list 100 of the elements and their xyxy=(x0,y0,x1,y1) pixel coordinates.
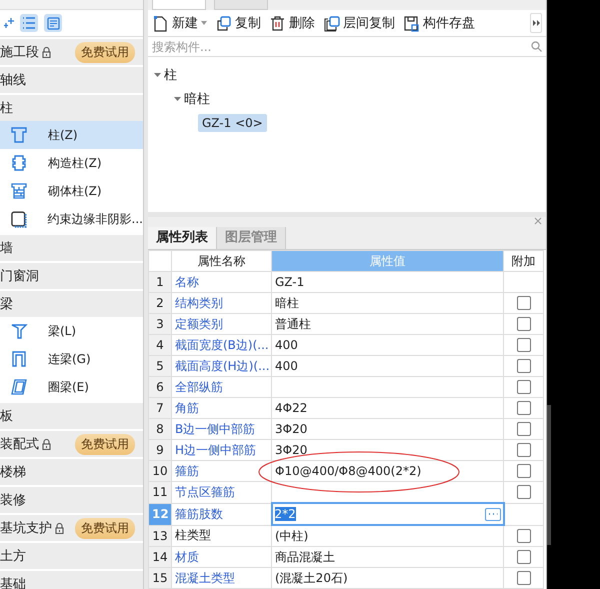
category-header[interactable]: 楼梯 xyxy=(0,459,143,485)
overflow-button[interactable] xyxy=(530,13,542,33)
checkbox[interactable] xyxy=(516,359,530,373)
tree-item[interactable]: GZ-1 <0> xyxy=(198,114,267,132)
row-number[interactable]: 14 xyxy=(148,546,172,568)
category-label: 墙 xyxy=(0,240,13,257)
category-header[interactable]: 轴线 xyxy=(0,67,143,93)
nav-item[interactable]: 构造柱(Z) xyxy=(0,149,143,177)
row-number[interactable]: 1 xyxy=(148,272,172,292)
category-header[interactable]: 装配式 免费试用 xyxy=(0,431,143,457)
row-number[interactable]: 3 xyxy=(148,314,172,334)
row-number[interactable]: 11 xyxy=(148,482,172,503)
toolbar-button[interactable]: 新建 xyxy=(152,14,207,32)
checkbox[interactable] xyxy=(516,338,530,352)
property-value: 4Φ22 xyxy=(275,401,308,415)
category-label: 装修 xyxy=(0,492,26,509)
caret-icon[interactable] xyxy=(174,96,181,102)
column-icon xyxy=(10,126,28,144)
checkbox[interactable] xyxy=(516,380,530,394)
toolbar-button[interactable]: 删除 xyxy=(269,14,315,32)
category-label: 施工段 xyxy=(0,44,39,61)
delete-icon xyxy=(269,14,286,32)
close-icon[interactable] xyxy=(534,217,542,225)
checkbox[interactable] xyxy=(516,464,530,478)
category-header[interactable]: 柱 xyxy=(0,95,143,121)
category-label: 土方 xyxy=(0,548,26,565)
category-header[interactable]: 墙 xyxy=(0,235,143,261)
checkbox[interactable] xyxy=(516,401,530,415)
category-header[interactable]: 基坑支护 免费试用 xyxy=(0,515,143,541)
toolbar-button[interactable]: 复制 xyxy=(215,14,261,32)
checkbox[interactable] xyxy=(516,296,530,310)
panel-tab[interactable]: 属性列表 xyxy=(148,227,217,249)
save-icon xyxy=(403,14,420,32)
property-value: 400 xyxy=(275,338,298,352)
checkbox[interactable] xyxy=(516,317,530,331)
checkbox[interactable] xyxy=(516,422,530,436)
nav-item[interactable]: 梁(L) xyxy=(0,317,143,345)
category-header[interactable]: 施工段 免费试用 xyxy=(0,39,143,65)
row-number[interactable]: 5 xyxy=(148,356,172,376)
edge-icon xyxy=(10,210,28,228)
nav-item[interactable]: 砌体柱(Z) xyxy=(0,177,143,205)
scrollbar[interactable] xyxy=(547,405,551,545)
row-number[interactable]: 8 xyxy=(148,418,172,440)
category-label: 基坑支护 xyxy=(0,520,52,537)
detail-view-button[interactable] xyxy=(44,14,62,32)
masonry-column-icon xyxy=(10,182,28,200)
category-header[interactable]: 土方 xyxy=(0,543,143,569)
ring-beam-icon xyxy=(10,378,28,396)
search-field[interactable]: 搜索构件... xyxy=(148,37,546,57)
row-number[interactable]: 7 xyxy=(148,398,172,418)
property-name: 名称 xyxy=(172,272,272,292)
category-header[interactable]: 板 xyxy=(0,403,143,429)
list-view-button[interactable] xyxy=(20,14,38,32)
category-header[interactable]: 门窗洞 xyxy=(0,263,143,289)
checkbox[interactable] xyxy=(516,528,530,543)
beam-icon xyxy=(10,322,28,340)
property-name: 定额类别 xyxy=(172,314,272,334)
property-name: B边一侧中部筋 xyxy=(172,418,272,440)
property-name: 柱类型 xyxy=(172,525,272,546)
nav-item[interactable]: 柱(Z) xyxy=(0,121,143,149)
tree-item[interactable]: 柱 xyxy=(164,66,177,84)
free-trial-badge[interactable]: 免费试用 xyxy=(75,42,135,62)
more-button[interactable] xyxy=(484,508,500,520)
link-beam-icon xyxy=(10,350,28,368)
property-name: H边一侧中部筋 xyxy=(172,440,272,460)
row-number[interactable]: 10 xyxy=(148,460,172,482)
checkbox[interactable] xyxy=(516,485,530,500)
nav-item[interactable]: 约束边缘非阴影... xyxy=(0,205,143,233)
sparkle-icon[interactable] xyxy=(4,18,14,28)
category-label: 装配式 xyxy=(0,436,39,453)
property-value: 商品混凝土 xyxy=(275,550,335,564)
tree-item[interactable]: 暗柱 xyxy=(184,90,210,108)
toolbar-button[interactable]: 构件存盘 xyxy=(403,14,475,32)
property-value: Φ10@400/Φ8@400(2*2) xyxy=(275,464,422,478)
category-header[interactable]: 梁 xyxy=(0,291,143,317)
property-value: 3Φ20 xyxy=(275,443,308,457)
category-label: 板 xyxy=(0,408,13,425)
checkbox[interactable] xyxy=(516,571,530,585)
checkbox[interactable] xyxy=(516,443,530,457)
row-number[interactable]: 4 xyxy=(148,334,172,356)
property-value: GZ-1 xyxy=(275,275,304,289)
row-number[interactable]: 2 xyxy=(148,292,172,314)
free-trial-badge[interactable]: 免费试用 xyxy=(75,518,135,538)
dropdown-caret-icon[interactable] xyxy=(201,21,207,25)
row-number[interactable]: 13 xyxy=(148,525,172,546)
row-number[interactable]: 6 xyxy=(148,376,172,398)
caret-icon[interactable] xyxy=(154,72,161,78)
property-name: 节点区箍筋 xyxy=(172,482,272,503)
free-trial-badge[interactable]: 免费试用 xyxy=(75,434,135,454)
category-header[interactable]: 装修 xyxy=(0,487,143,513)
row-number[interactable]: 15 xyxy=(148,568,172,588)
nav-item[interactable]: 圈梁(E) xyxy=(0,373,143,401)
column-header: 属性值 xyxy=(272,250,504,272)
toolbar-button[interactable]: 层间复制 xyxy=(323,14,395,32)
checkbox[interactable] xyxy=(516,550,530,564)
copy-icon xyxy=(215,14,232,32)
row-number[interactable]: 9 xyxy=(148,440,172,460)
search-icon[interactable] xyxy=(531,41,542,52)
double-chevron-icon xyxy=(532,20,540,26)
nav-item[interactable]: 连梁(G) xyxy=(0,345,143,373)
